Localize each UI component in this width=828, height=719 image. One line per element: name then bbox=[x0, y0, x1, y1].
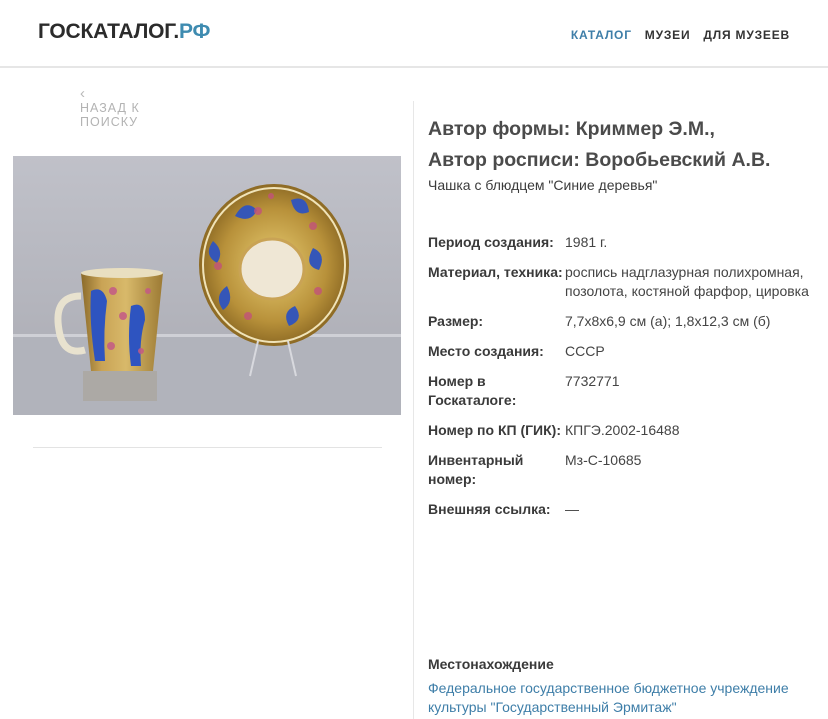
chevron-left-icon: ‹ bbox=[80, 85, 86, 102]
property-label: Номер по КП (ГИК): bbox=[428, 422, 561, 438]
property-label: Материал, техника: bbox=[428, 264, 563, 280]
property-label: Инвентарный номер: bbox=[428, 452, 524, 487]
title-line-2: Автор росписи: Воробьевский А.В. bbox=[428, 149, 771, 171]
site-header: ГОСКАТАЛОГ.РФ КАТАЛОГ МУЗЕИ ДЛЯ МУЗЕЕВ bbox=[0, 0, 828, 68]
nav-catalog[interactable]: КАТАЛОГ bbox=[571, 28, 632, 42]
property-value: КПГЭ.2002-16488 bbox=[565, 422, 680, 438]
property-value: — bbox=[565, 501, 579, 517]
property-label: Внешняя ссылка: bbox=[428, 501, 551, 517]
property-row: Номер по КП (ГИК): КПГЭ.2002-16488 bbox=[428, 421, 820, 440]
cup-saucer-illustration bbox=[13, 184, 401, 415]
property-value: 7,7х8х6,9 см (а); 1,8х12,3 см (б) bbox=[565, 313, 771, 329]
item-photo[interactable] bbox=[13, 156, 401, 415]
column-divider bbox=[413, 101, 414, 719]
property-label: Размер: bbox=[428, 313, 484, 329]
item-title: Автор формы: Криммер Э.М., Автор росписи… bbox=[428, 114, 818, 176]
left-divider bbox=[33, 447, 382, 448]
property-label: Период создания: bbox=[428, 234, 554, 250]
property-value: роспись надглазурная полихромная, позоло… bbox=[565, 264, 809, 299]
property-value: 1981 г. bbox=[565, 234, 608, 250]
property-row: Размер: 7,7х8х6,9 см (а); 1,8х12,3 см (б… bbox=[428, 312, 820, 331]
property-value: Мз-С-10685 bbox=[565, 452, 642, 468]
property-row: Период создания: 1981 г. bbox=[428, 233, 820, 252]
logo-suffix: РФ bbox=[178, 20, 211, 43]
item-subtitle: Чашка с блюдцем "Синие деревья" bbox=[428, 177, 658, 193]
back-to-search-label: НАЗАД К ПОИСКУ bbox=[80, 101, 140, 129]
back-to-search-link[interactable]: ‹ НАЗАД К ПОИСКУ bbox=[80, 85, 150, 129]
logo-main: ГОСКАТАЛОГ. bbox=[38, 20, 179, 43]
property-value: 7732771 bbox=[565, 373, 620, 389]
nav-museums[interactable]: МУЗЕИ bbox=[645, 28, 691, 42]
property-row: Материал, техника: роспись надглазурная … bbox=[428, 263, 820, 301]
properties-list: Период создания: 1981 г. Материал, техни… bbox=[428, 233, 820, 530]
property-row: Внешняя ссылка: — bbox=[428, 500, 820, 519]
location-link[interactable]: Федеральное государственное бюджетное уч… bbox=[428, 679, 823, 717]
site-logo[interactable]: ГОСКАТАЛОГ.РФ bbox=[38, 20, 210, 44]
property-value: СССР bbox=[565, 343, 605, 359]
main-nav: КАТАЛОГ МУЗЕИ ДЛЯ МУЗЕЕВ bbox=[571, 28, 790, 42]
property-row: Инвентарный номер: Мз-С-10685 bbox=[428, 451, 820, 489]
property-row: Номер в Госкаталоге: 7732771 bbox=[428, 372, 820, 410]
nav-for-museums[interactable]: ДЛЯ МУЗЕЕВ bbox=[703, 28, 790, 42]
property-label: Номер в Госкаталоге: bbox=[428, 373, 517, 408]
title-line-1: Автор формы: Криммер Э.М., bbox=[428, 118, 715, 140]
property-row: Место создания: СССР bbox=[428, 342, 820, 361]
location-label: Местонахождение bbox=[428, 656, 554, 672]
property-label: Место создания: bbox=[428, 343, 544, 359]
